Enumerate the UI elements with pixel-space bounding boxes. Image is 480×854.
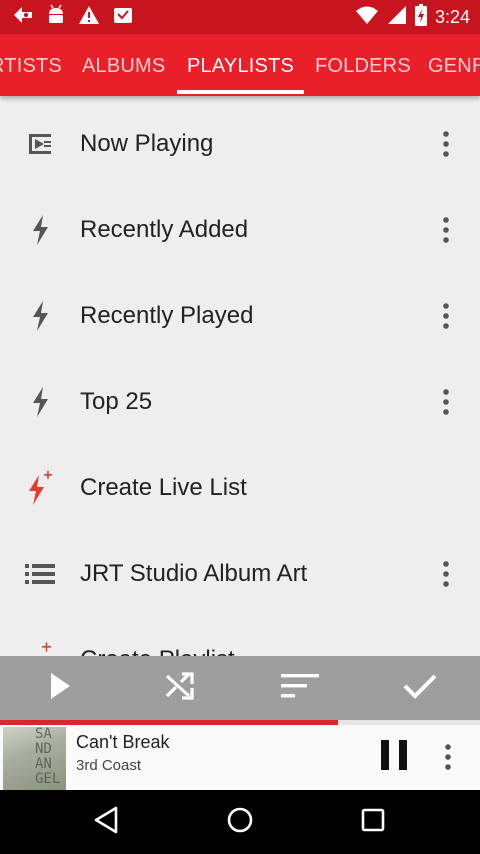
pause-button[interactable] (376, 739, 412, 775)
mini-player[interactable]: SA ND AN GEL Can't Break 3rd Coast (0, 725, 480, 790)
list-item-recently-played[interactable]: Recently Played (0, 273, 480, 359)
tab-albums[interactable]: ALBUMS (82, 34, 165, 96)
list-item-recently-added[interactable]: Recently Added (0, 187, 480, 273)
overflow-menu-icon[interactable] (434, 210, 458, 250)
recents-icon (361, 808, 385, 837)
app-screen: 3:24 RTISTS ALBUMS PLAYLISTS FOLDERS GEN… (0, 0, 480, 854)
navigation-bar (0, 790, 480, 854)
playlist-label: Top 25 (80, 388, 153, 415)
pause-icon (379, 739, 409, 776)
play-icon (49, 672, 71, 705)
check-icon (403, 673, 437, 704)
overflow-menu-icon[interactable] (434, 382, 458, 422)
player-overflow-menu-icon[interactable] (436, 737, 460, 777)
sort-icon (280, 673, 320, 704)
tab-bar: RTISTS ALBUMS PLAYLISTS FOLDERS GENR (0, 34, 480, 96)
playlist-label: Recently Played (80, 302, 254, 329)
tab-genres[interactable]: GENR (428, 34, 480, 96)
status-time: 3:24 (434, 6, 470, 27)
wifi-icon (355, 5, 379, 30)
playlist-label: JRT Studio Album Art (80, 560, 308, 587)
overflow-menu-icon[interactable] (434, 124, 458, 164)
confirm-button[interactable] (396, 664, 444, 712)
now-playing-icon (24, 128, 56, 160)
list-item-create-live-list[interactable]: Create Live List (0, 445, 480, 531)
overflow-menu-icon[interactable] (434, 296, 458, 336)
bolt-icon (24, 214, 56, 246)
android-icon (46, 4, 66, 31)
list-item-now-playing[interactable]: Now Playing (0, 101, 480, 187)
shuffle-icon (165, 671, 195, 705)
battery-icon (414, 3, 427, 31)
home-icon (226, 806, 254, 839)
playlist-label: Create Live List (80, 474, 247, 501)
list-item-jrt-studio-album-art[interactable]: JRT Studio Album Art (0, 531, 480, 617)
sort-button[interactable] (276, 664, 324, 712)
album-art[interactable]: SA ND AN GEL (3, 727, 66, 790)
shuffle-button[interactable] (156, 664, 204, 712)
tab-playlists[interactable]: PLAYLISTS (187, 34, 294, 96)
bolt-icon (24, 300, 56, 332)
list-item-top-25[interactable]: Top 25 (0, 359, 480, 445)
playlist-label: Recently Added (80, 216, 249, 243)
action-toolbar (0, 656, 480, 720)
album-art-lettering: SA ND AN GEL (35, 727, 61, 787)
playlist-label: Now Playing (80, 130, 214, 157)
warning-icon (78, 5, 100, 30)
list-icon (24, 558, 56, 590)
track-artist: 3rd Coast (76, 757, 142, 774)
playlist-label: Create Playlist (80, 646, 235, 656)
bolt-icon (24, 386, 56, 418)
bolt-add-icon (24, 470, 56, 505)
track-title: Can't Break (76, 732, 170, 752)
play-button[interactable] (36, 664, 84, 712)
list-add-icon (24, 642, 56, 656)
home-button[interactable] (220, 802, 260, 842)
tab-artists[interactable]: RTISTS (0, 34, 62, 96)
tab-folders[interactable]: FOLDERS (315, 34, 411, 96)
tab-indicator (177, 90, 304, 94)
play-store-icon (12, 5, 34, 30)
back-icon (93, 806, 119, 839)
status-bar: 3:24 (0, 0, 480, 34)
signal-icon (387, 5, 407, 30)
list-item-create-playlist[interactable]: Create Playlist (0, 617, 480, 656)
back-button[interactable] (86, 802, 126, 842)
overflow-menu-icon[interactable] (434, 554, 458, 594)
recents-button[interactable] (353, 802, 393, 842)
inbox-icon (112, 5, 134, 30)
playlist-list: Now Playing Recently Added Recently Play… (0, 96, 480, 656)
